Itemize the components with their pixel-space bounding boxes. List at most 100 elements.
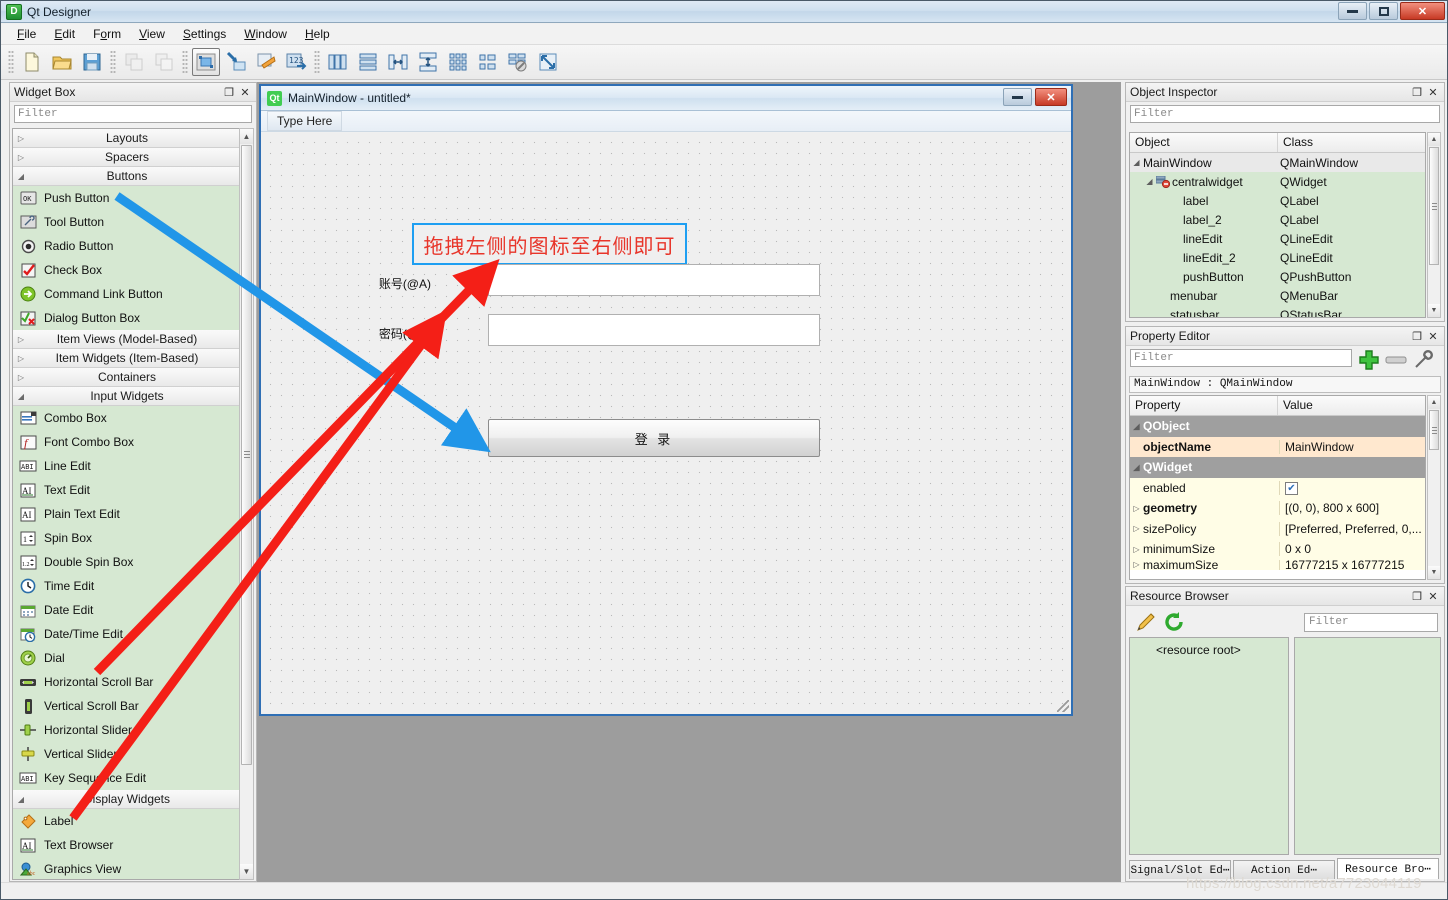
widget-item-dial[interactable]: Dial (13, 646, 239, 670)
resize-grip[interactable] (1057, 700, 1069, 712)
widget-item-combo-box[interactable]: Combo Box (13, 406, 239, 430)
resource-browser-filter-input[interactable]: Filter (1304, 613, 1438, 632)
column-header-value[interactable]: Value (1278, 396, 1425, 415)
widget-box-list[interactable]: ▷ Layouts ▷ Spacers ◢ Buttons OK Push Bu… (12, 128, 240, 880)
add-property-icon[interactable] (1358, 349, 1380, 374)
form-menu-bar[interactable]: Type Here (261, 111, 1071, 132)
layout-form-button[interactable] (474, 48, 502, 76)
property-value[interactable]: [(0, 0), 800 x 600] (1280, 501, 1425, 515)
close-icon[interactable]: ✕ (1426, 329, 1440, 343)
scrollbar-thumb[interactable] (1429, 410, 1439, 450)
float-icon[interactable]: ❐ (1410, 589, 1424, 603)
toolbar-grip-2[interactable] (110, 50, 116, 74)
scrollbar-thumb[interactable] (241, 145, 252, 765)
property-row[interactable]: ▷ geometry [(0, 0), 800 x 600] (1130, 498, 1425, 519)
property-row[interactable]: ▷ sizePolicy [Preferred, Preferred, 0,..… (1130, 518, 1425, 539)
float-icon[interactable]: ❐ (222, 85, 236, 99)
widget-item-font-combo-box[interactable]: f Font Combo Box (13, 430, 239, 454)
close-icon[interactable]: ✕ (1426, 85, 1440, 99)
property-group-row[interactable]: ◢ QWidget (1130, 457, 1425, 478)
widget-item-date-edit[interactable]: Date Edit (13, 598, 239, 622)
reload-icon[interactable] (1163, 611, 1185, 636)
form-canvas[interactable]: 拖拽左侧的图标至右侧即可 账号(@A) 密码(@P) 登 录 (261, 133, 1071, 714)
toolbar-grip-4[interactable] (314, 50, 320, 74)
widget-item-spin-box[interactable]: 1 Spin Box (13, 526, 239, 550)
widget-item-radio-button[interactable]: Radio Button (13, 234, 239, 258)
form-window[interactable]: Qt MainWindow - untitled* ✕ Type Here 拖拽… (259, 84, 1073, 716)
widget-item-graphics-view[interactable]: abc Graphics View (13, 857, 239, 879)
widget-item-horizontal-slider[interactable]: Horizontal Slider (13, 718, 239, 742)
edit-buddies-button[interactable] (252, 48, 280, 76)
toolbar-grip-1[interactable] (8, 50, 14, 74)
resource-tree-pane[interactable]: <resource root> (1129, 637, 1289, 855)
scroll-down-icon[interactable]: ▼ (240, 864, 253, 879)
property-group-row[interactable]: ◢ QObject (1130, 416, 1425, 437)
layout-vertical-button[interactable] (354, 48, 382, 76)
remove-property-icon[interactable] (1385, 354, 1407, 369)
widget-box-category-input-widgets[interactable]: ◢ Input Widgets (13, 387, 239, 406)
widget-box-category-spacers[interactable]: ▷ Spacers (13, 148, 239, 167)
enabled-checkbox[interactable]: ✔ (1285, 482, 1298, 496)
property-row[interactable]: ▷ minimumSize 0 x 0 (1130, 539, 1425, 560)
edit-tab-order-button[interactable]: 123 (282, 48, 310, 76)
edit-signals-slots-button[interactable] (222, 48, 250, 76)
property-value[interactable]: ✔ (1280, 480, 1425, 496)
widget-item-tool-button[interactable]: Tool Button (13, 210, 239, 234)
open-folder-button[interactable] (48, 48, 76, 76)
table-row[interactable]: label_2 QLabel (1130, 210, 1425, 229)
login-button[interactable]: 登 录 (488, 419, 820, 457)
type-here-placeholder[interactable]: Type Here (267, 111, 343, 131)
property-value[interactable]: [Preferred, Preferred, 0,... (1280, 522, 1425, 536)
restore-button[interactable] (1369, 2, 1398, 20)
widget-item-line-edit[interactable]: ABI Line Edit (13, 454, 239, 478)
widget-item-double-spin-box[interactable]: 1.2 Double Spin Box (13, 550, 239, 574)
property-row[interactable]: enabled ✔ (1130, 477, 1425, 498)
account-input[interactable] (488, 264, 820, 296)
resource-preview-pane[interactable] (1294, 637, 1441, 855)
table-row[interactable]: ◢ centralwidget QWidget (1130, 172, 1425, 191)
table-row[interactable]: lineEdit_2 QLineEdit (1130, 248, 1425, 267)
property-row[interactable]: objectName MainWindow (1130, 436, 1425, 457)
widget-item-date-time-edit[interactable]: Date/Time Edit (13, 622, 239, 646)
widget-box-scrollbar[interactable]: ▲ ▼ (239, 128, 254, 880)
password-input[interactable] (488, 314, 820, 346)
scrollbar-thumb[interactable] (1429, 147, 1439, 265)
splitter-vertical-button[interactable] (414, 48, 442, 76)
column-header-class[interactable]: Class (1278, 133, 1425, 152)
close-icon[interactable]: ✕ (238, 85, 252, 99)
widget-item-plain-text-edit[interactable]: AI Plain Text Edit (13, 502, 239, 526)
property-editor-table[interactable]: Property Value ◢ QObject objectName Main… (1129, 395, 1426, 580)
adjust-size-button[interactable] (534, 48, 562, 76)
widget-box-category-item-views[interactable]: ▷ Item Views (Model-Based) (13, 330, 239, 349)
table-row[interactable]: menubar QMenuBar (1130, 286, 1425, 305)
close-icon[interactable]: ✕ (1426, 589, 1440, 603)
object-inspector-filter-input[interactable]: Filter (1130, 105, 1440, 123)
table-row[interactable]: pushButton QPushButton (1130, 267, 1425, 286)
table-row[interactable]: label QLabel (1130, 191, 1425, 210)
menu-file[interactable]: File (9, 25, 44, 43)
property-editor-filter-input[interactable]: Filter (1130, 349, 1352, 367)
chevron-right-icon[interactable]: ▷ (1130, 545, 1143, 554)
column-header-property[interactable]: Property (1130, 396, 1278, 415)
chevron-down-icon[interactable]: ◢ (1130, 463, 1143, 472)
splitter-horizontal-button[interactable] (384, 48, 412, 76)
widget-box-category-containers[interactable]: ▷ Containers (13, 368, 239, 387)
widget-item-time-edit[interactable]: Time Edit (13, 574, 239, 598)
widget-item-dialog-button-box[interactable]: Dialog Button Box (13, 306, 239, 330)
toolbar-grip-3[interactable] (182, 50, 188, 74)
layout-grid-button[interactable] (444, 48, 472, 76)
scroll-up-icon[interactable]: ▲ (1428, 133, 1440, 146)
break-layout-button[interactable] (504, 48, 532, 76)
property-value[interactable]: 16777215 x 16777215 (1280, 560, 1425, 570)
chevron-right-icon[interactable]: ▷ (1130, 524, 1143, 533)
widget-box-category-item-widgets[interactable]: ▷ Item Widgets (Item-Based) (13, 349, 239, 368)
widget-item-text-browser[interactable]: AI Text Browser (13, 833, 239, 857)
menu-window[interactable]: Window (236, 25, 295, 43)
widget-item-horizontal-scroll-bar[interactable]: Horizontal Scroll Bar (13, 670, 239, 694)
scroll-down-icon[interactable]: ▼ (1428, 304, 1440, 317)
widget-item-label[interactable]: Label (13, 809, 239, 833)
form-minimize-button[interactable] (1003, 88, 1032, 106)
layout-horizontal-button[interactable] (324, 48, 352, 76)
widget-item-text-edit[interactable]: AI Text Edit (13, 478, 239, 502)
widget-box-category-layouts[interactable]: ▷ Layouts (13, 129, 239, 148)
